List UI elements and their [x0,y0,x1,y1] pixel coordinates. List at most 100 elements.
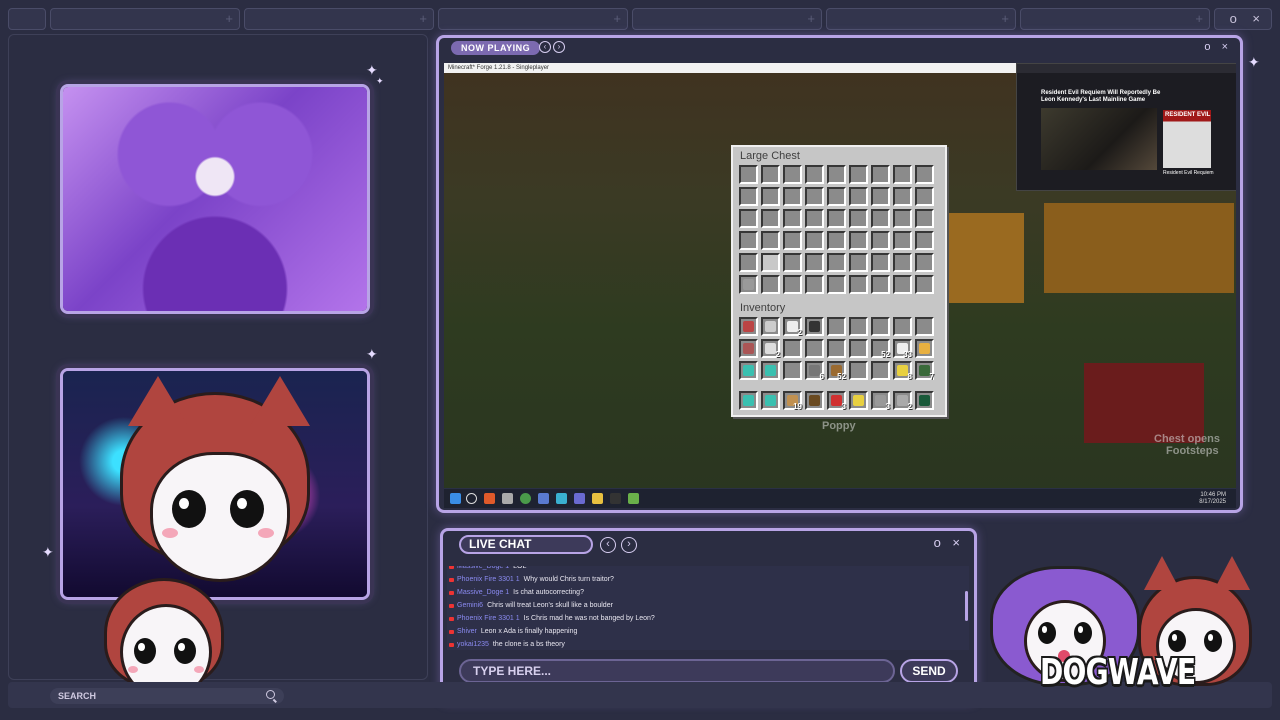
next-button[interactable]: › [621,537,637,553]
chat-username[interactable]: Gemini6 [457,602,483,609]
chest-slot[interactable] [761,253,780,272]
inventory-slot[interactable] [915,317,934,336]
search-icon[interactable] [266,690,275,699]
inventory-slot[interactable] [827,317,846,336]
chest-slot[interactable] [783,231,802,250]
chest-slot[interactable] [871,187,890,206]
chat-scrollbar[interactable] [965,591,968,621]
chest-slot[interactable] [783,187,802,206]
hotbar-slot[interactable]: 19 [783,391,802,411]
tab[interactable] [8,8,46,30]
brave-icon[interactable] [484,493,495,504]
chest-slot[interactable] [739,209,758,228]
chest-slot[interactable] [739,275,758,294]
chest-slot[interactable] [827,231,846,250]
inventory-slot[interactable] [761,361,780,380]
chest-slot[interactable] [849,253,868,272]
chest-slot[interactable] [849,165,868,184]
hotbar-slot[interactable]: 3 [871,391,890,411]
chest-slot[interactable] [871,253,890,272]
send-button[interactable]: SEND [900,659,958,683]
chest-slot[interactable] [783,209,802,228]
hotbar-slot[interactable] [739,391,758,410]
chest-slot[interactable] [761,231,780,250]
folder-icon[interactable] [592,493,603,504]
inventory-slot[interactable] [849,317,868,336]
inventory-slot[interactable]: 52 [871,339,890,359]
chest-slot[interactable] [915,209,934,228]
chest-slot[interactable] [893,253,912,272]
hotbar-slot[interactable] [761,391,780,410]
chest-slot[interactable] [871,275,890,294]
chest-slot[interactable] [893,209,912,228]
chest-slot[interactable] [915,187,934,206]
chest-slot[interactable] [849,231,868,250]
chat-input[interactable]: TYPE HERE... [459,659,895,683]
app-icon[interactable] [556,493,567,504]
hotbar-slot[interactable] [805,391,824,410]
chest-slot[interactable] [827,275,846,294]
discord-icon[interactable] [574,493,585,504]
tools-icon[interactable] [502,493,513,504]
inventory-slot[interactable] [849,361,868,380]
prev-button[interactable]: ‹ [539,41,551,53]
chest-slot[interactable] [739,253,758,272]
inventory-slot[interactable] [827,339,846,358]
inventory-slot[interactable] [871,317,890,336]
tab[interactable]: + [438,8,628,30]
inventory-slot[interactable] [783,339,802,358]
minecraft-icon[interactable] [628,493,639,504]
chest-slot[interactable] [805,253,824,272]
inventory-slot[interactable] [761,317,780,336]
window-controls[interactable]: o × [934,535,964,550]
chest-slot[interactable] [893,165,912,184]
chest-slot[interactable] [761,187,780,206]
chest-slot[interactable] [849,187,868,206]
inventory-slot[interactable] [739,317,758,336]
chest-slot[interactable] [827,165,846,184]
add-icon[interactable]: + [225,11,233,26]
window-controls[interactable]: o × [1204,41,1232,53]
inventory-slot[interactable]: 2 [783,317,802,337]
tab[interactable]: + [632,8,822,30]
inventory-slot[interactable]: 6 [805,361,824,381]
inventory-slot[interactable] [739,361,758,380]
chrome-icon[interactable] [520,493,531,504]
inventory-slot[interactable] [871,361,890,380]
search-icon[interactable] [466,493,477,504]
taskbar-clock[interactable]: 10:46 PM 8/17/2025 [1199,492,1226,506]
chest-slot[interactable] [915,275,934,294]
inventory-slot[interactable] [849,339,868,358]
chest-slot[interactable] [739,231,758,250]
chest-slot[interactable] [871,209,890,228]
add-icon[interactable]: + [1195,11,1203,26]
chest-slot[interactable] [871,231,890,250]
chest-slot[interactable] [827,253,846,272]
chest-slot[interactable] [805,209,824,228]
chat-username[interactable]: Shiver [457,628,477,635]
news-headline[interactable]: Resident Evil Requiem Will Reportedly Be… [1041,90,1161,104]
chest-slot[interactable] [761,275,780,294]
search-input[interactable]: SEARCH [50,688,284,704]
add-icon[interactable]: + [807,11,815,26]
tab[interactable]: + [826,8,1016,30]
chest-slot[interactable] [871,165,890,184]
chest-slot[interactable] [761,165,780,184]
chest-slot[interactable] [893,231,912,250]
chat-username[interactable]: Massive_Doge 1 [457,566,509,570]
inventory-slot[interactable] [783,361,802,380]
chest-slot[interactable] [739,165,758,184]
chest-slot[interactable] [849,209,868,228]
inventory-slot[interactable] [805,339,824,358]
chest-slot[interactable] [761,209,780,228]
inventory-slot[interactable]: 52 [827,361,846,381]
chest-slot[interactable] [783,165,802,184]
chest-slot[interactable] [805,231,824,250]
chest-slot[interactable] [915,165,934,184]
chest-slot[interactable] [893,187,912,206]
chest-slot[interactable] [739,187,758,206]
chest-slot[interactable] [805,187,824,206]
inventory-slot[interactable]: 8 [893,361,912,381]
inventory-slot[interactable]: 7 [915,361,934,381]
chest-slot[interactable] [805,275,824,294]
